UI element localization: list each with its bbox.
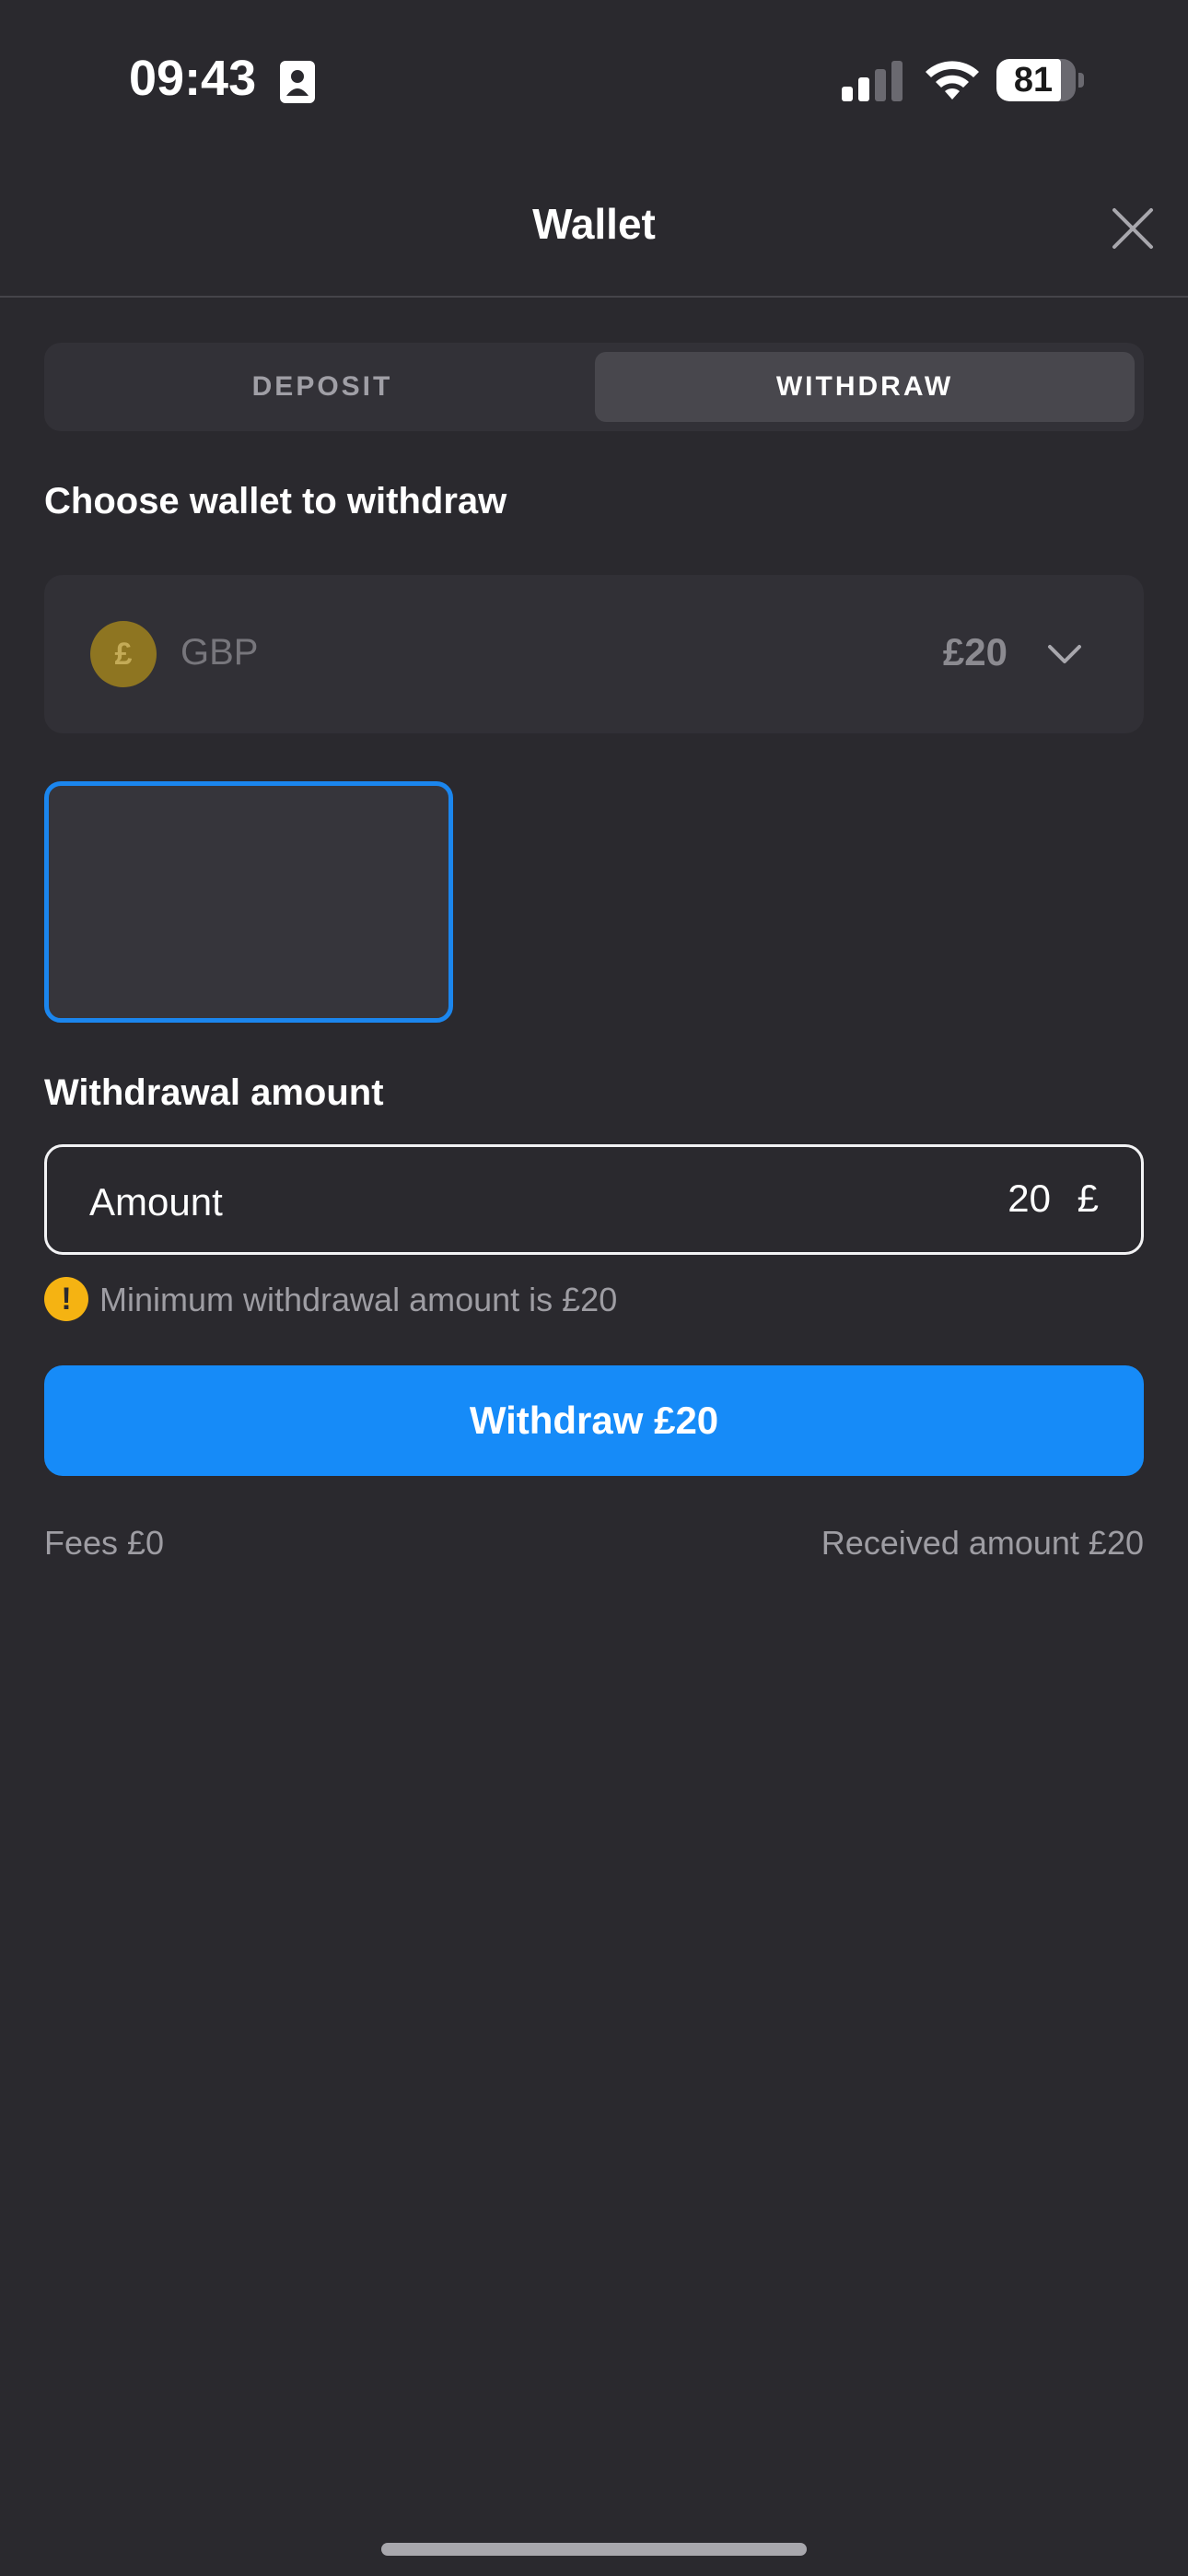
wallet-screen: 09:43 81 Wallet DEPOSIT WITHDRAW Choose … (0, 0, 1188, 2576)
tab-withdraw[interactable]: WITHDRAW (595, 352, 1135, 422)
fees-text: Fees £0 (44, 1524, 165, 1562)
wallet-balance: £20 (942, 630, 1007, 673)
tab-deposit[interactable]: DEPOSIT (53, 352, 591, 422)
cellular-signal-icon (842, 61, 903, 101)
battery-indicator: 81 (996, 59, 1084, 101)
contact-card-icon (280, 61, 315, 103)
header-divider (0, 296, 1188, 298)
page-title: Wallet (532, 200, 656, 248)
choose-wallet-heading: Choose wallet to withdraw (44, 481, 507, 521)
home-indicator[interactable] (381, 2543, 807, 2556)
minimum-amount-warning: Minimum withdrawal amount is £20 (99, 1281, 618, 1318)
gbp-coin-icon: £ (90, 621, 157, 687)
withdraw-button[interactable]: Withdraw £20 (44, 1365, 1144, 1476)
warning-icon: ! (44, 1277, 88, 1321)
wallet-currency: GBP (181, 632, 259, 673)
payment-method-card[interactable] (44, 781, 453, 1023)
received-amount-text: Received amount £20 (821, 1524, 1144, 1562)
wallet-dropdown[interactable]: £ GBP £20 (44, 575, 1144, 733)
deposit-withdraw-tabs: DEPOSIT WITHDRAW (44, 343, 1144, 431)
chevron-down-icon (1048, 645, 1081, 663)
status-time: 09:43 (129, 51, 257, 106)
battery-level: 81 (1013, 61, 1054, 100)
battery-body: 81 (996, 59, 1076, 101)
amount-currency-symbol: £ (1077, 1177, 1099, 1220)
close-icon[interactable] (1111, 206, 1155, 251)
amount-input-value: 20 (1007, 1177, 1051, 1220)
withdrawal-amount-heading: Withdrawal amount (44, 1072, 384, 1113)
wifi-icon (926, 61, 979, 100)
amount-input-label: Amount (89, 1180, 223, 1224)
battery-cap (1078, 73, 1084, 88)
amount-input[interactable]: Amount 20 £ (44, 1144, 1144, 1255)
